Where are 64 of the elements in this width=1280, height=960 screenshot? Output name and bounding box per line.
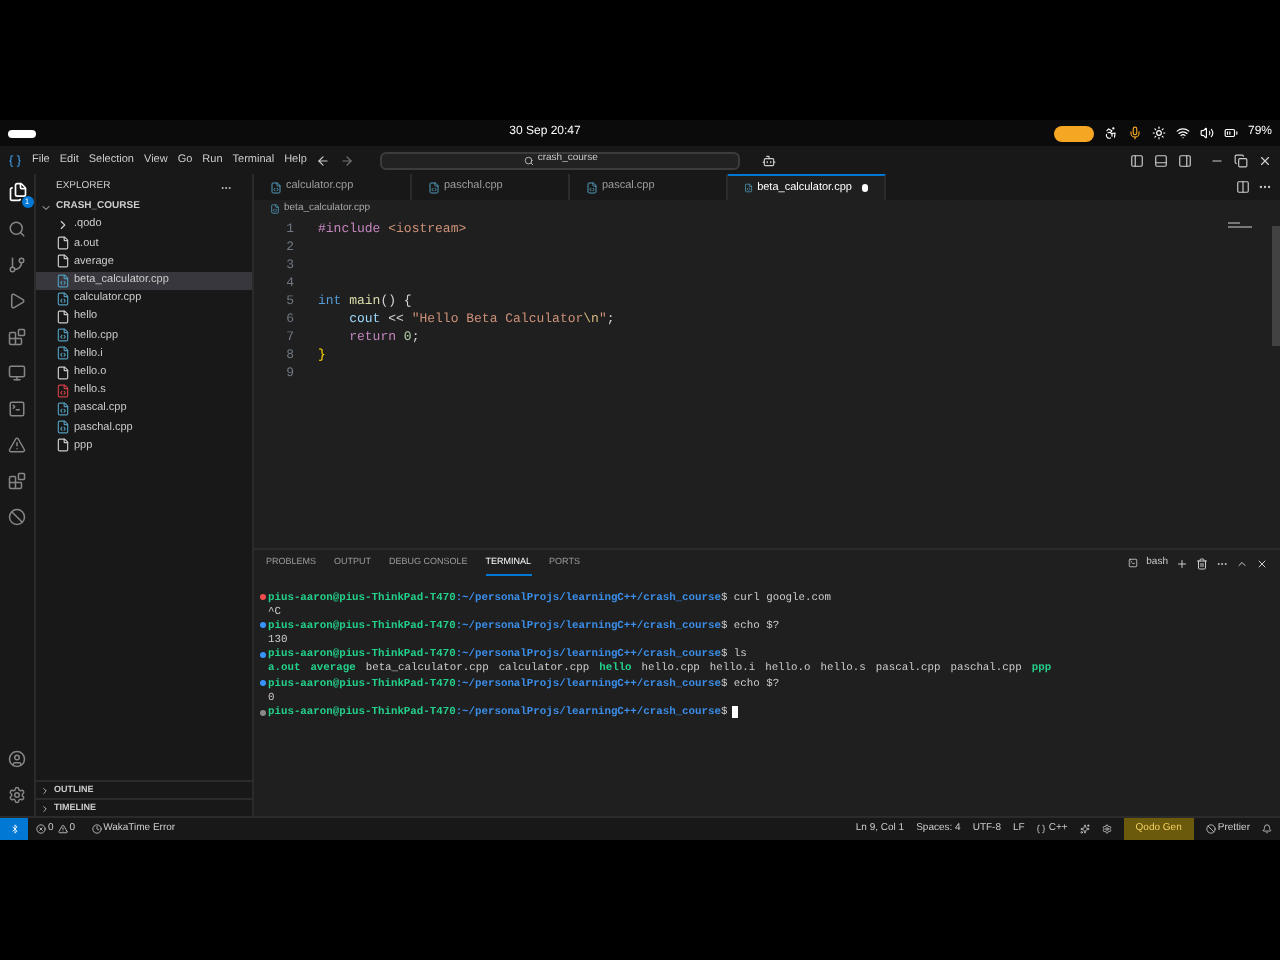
toggle-panel-icon[interactable] <box>1154 153 1168 167</box>
maximize-panel-icon[interactable] <box>1236 557 1248 569</box>
restore-icon[interactable] <box>1234 153 1248 167</box>
gear-icon[interactable] <box>1101 824 1112 834</box>
back-icon[interactable] <box>316 153 331 167</box>
blocks-icon[interactable] <box>8 472 26 490</box>
sparkle-icon[interactable] <box>1079 824 1090 834</box>
search-icon[interactable] <box>8 220 26 238</box>
battery-icon[interactable] <box>1223 126 1238 140</box>
volume-icon[interactable] <box>1199 126 1214 140</box>
toggle-secondary-sidebar-icon[interactable] <box>1178 153 1192 167</box>
terminal-icon <box>1128 558 1139 568</box>
settings-icon[interactable] <box>8 786 26 804</box>
source-control-icon[interactable] <box>8 256 26 274</box>
clock-icon <box>91 824 102 834</box>
extensions-icon[interactable] <box>8 328 26 346</box>
code-file-icon <box>56 383 70 398</box>
code-file-icon <box>56 420 70 435</box>
workspace-indicator[interactable] <box>8 129 36 137</box>
close-icon[interactable] <box>1256 557 1268 569</box>
notifications-icon[interactable] <box>1262 824 1272 834</box>
minimap <box>1228 222 1252 234</box>
code-file-icon <box>56 346 70 361</box>
disabled-icon <box>1205 824 1216 834</box>
explorer-icon[interactable] <box>7 182 27 202</box>
error-icon <box>36 824 46 834</box>
toggle-sidebar-icon[interactable] <box>1130 153 1144 167</box>
file-icon <box>56 438 70 453</box>
file-icon <box>56 236 70 251</box>
more-icon[interactable] <box>1258 180 1272 194</box>
warning-icon <box>57 824 68 834</box>
file-icon <box>56 310 70 325</box>
code-file-icon <box>586 181 598 193</box>
code-file-icon <box>56 401 70 416</box>
code-file-icon <box>744 182 754 194</box>
new-terminal-icon[interactable] <box>1176 557 1188 569</box>
code-file-icon <box>56 291 70 306</box>
remote-explorer-icon[interactable] <box>8 364 26 382</box>
brightness-icon[interactable] <box>1151 126 1166 140</box>
close-icon[interactable] <box>1258 153 1272 167</box>
code-file-icon <box>270 181 282 193</box>
circle-icon[interactable] <box>8 508 26 526</box>
app-logo-icon <box>8 153 22 167</box>
microphone-icon[interactable] <box>1127 126 1142 140</box>
wifi-icon[interactable] <box>1175 126 1190 140</box>
braces-icon <box>1036 824 1047 834</box>
run-debug-icon[interactable] <box>8 292 26 310</box>
code-file-icon <box>270 204 280 214</box>
accessibility-icon[interactable] <box>1103 126 1118 140</box>
terminal-icon[interactable] <box>8 400 26 418</box>
scrollbar[interactable] <box>1272 226 1280 346</box>
split-editor-icon[interactable] <box>1236 180 1250 194</box>
recording-indicator[interactable] <box>1053 125 1094 141</box>
file-icon <box>56 365 70 380</box>
code-file-icon <box>428 181 440 193</box>
forward-icon[interactable] <box>340 153 355 167</box>
copilot-icon[interactable] <box>762 153 777 167</box>
trash-icon[interactable] <box>1196 557 1208 569</box>
code-file-icon <box>56 273 70 288</box>
file-icon <box>56 254 70 269</box>
search-icon <box>523 155 534 165</box>
account-icon[interactable] <box>8 750 26 768</box>
triangle-icon[interactable] <box>8 436 26 454</box>
code-file-icon <box>56 328 70 343</box>
